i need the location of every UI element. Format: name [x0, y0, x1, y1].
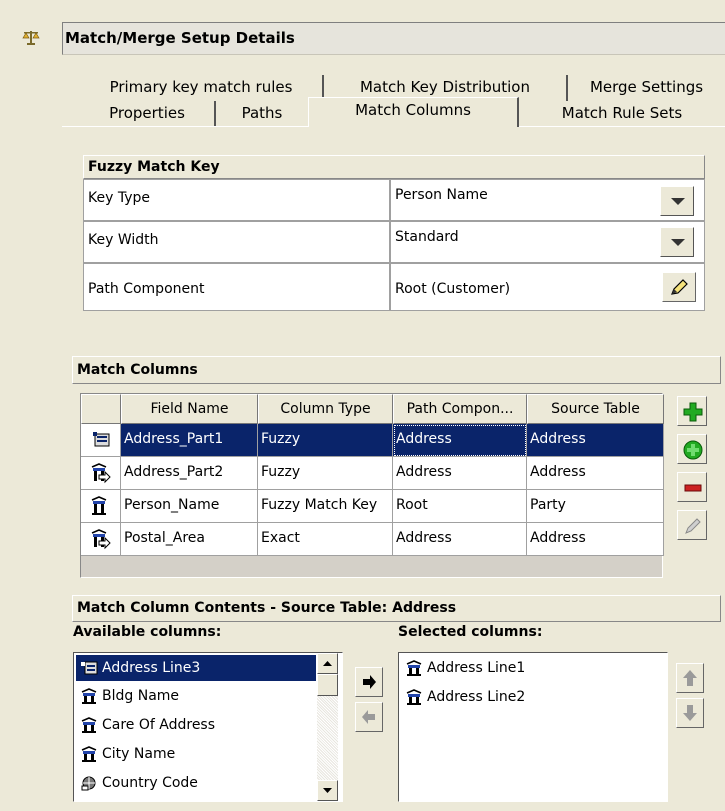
list-item-label: City Name — [102, 746, 176, 762]
cell-source-table: Party — [527, 490, 664, 523]
move-left-arrow-icon[interactable] — [355, 702, 383, 732]
match-columns-header: Match Columns — [72, 356, 721, 384]
key-type-value: Person Name — [395, 187, 488, 203]
key-type-dropdown-button[interactable] — [660, 186, 694, 216]
column-icon — [406, 660, 422, 676]
pencil-icon[interactable] — [662, 272, 696, 302]
section-title: Match/Merge Setup Details — [62, 22, 725, 55]
key-type-select[interactable]: Person Name — [390, 179, 705, 221]
cell-field-name: Person_Name — [121, 490, 258, 523]
cell-path-component: Root — [393, 490, 527, 523]
list-item[interactable]: Address Line2 — [401, 684, 529, 710]
column-header-field-name[interactable]: Field Name — [121, 394, 258, 424]
path-component-value: Root (Customer) — [395, 281, 511, 297]
column-icon — [406, 689, 422, 705]
scroll-up-button[interactable] — [317, 653, 338, 674]
cell-column-type: Fuzzy — [258, 457, 393, 490]
cell-column-type: Exact — [258, 523, 393, 556]
fuzzy-column-icon — [81, 424, 121, 457]
cell-field-name: Address_Part1 — [121, 424, 258, 457]
available-columns-list[interactable]: Address Line3 Bldg Name Care Of Address … — [73, 652, 343, 802]
column-icon — [81, 490, 121, 523]
table-row[interactable]: Person_Name Fuzzy Match Key Root Party — [81, 490, 664, 523]
table-row[interactable]: Address_Part2 Fuzzy Address Address — [81, 457, 664, 490]
key-width-value: Standard — [395, 229, 459, 245]
fuzzy-match-key-header: Fuzzy Match Key — [83, 155, 705, 179]
list-item[interactable]: City Name — [76, 741, 179, 767]
column-icon — [81, 717, 97, 733]
cell-field-name: Address_Part2 — [121, 457, 258, 490]
cell-path-component: Address — [393, 523, 527, 556]
table-row[interactable]: Address_Part1 Fuzzy Address Address — [81, 424, 664, 457]
key-type-label: Key Type — [83, 179, 390, 221]
cell-path-component: Address — [393, 457, 527, 490]
cell-source-table: Address — [527, 424, 664, 457]
list-item[interactable]: Country Code — [76, 770, 202, 796]
scroll-thumb[interactable] — [317, 674, 338, 696]
key-width-dropdown-button[interactable] — [660, 227, 694, 257]
cell-column-type: Fuzzy — [258, 424, 393, 457]
key-width-select[interactable]: Standard — [390, 221, 705, 263]
tab-match-columns[interactable]: Match Columns — [308, 97, 519, 127]
key-width-label: Key Width — [83, 221, 390, 263]
move-up-arrow-icon[interactable] — [676, 663, 704, 693]
table-row[interactable]: Postal_Area Exact Address Address — [81, 523, 664, 556]
fuzzy-column-icon — [81, 661, 98, 675]
list-item[interactable]: Bldg Name — [76, 683, 183, 709]
tab-merge-settings[interactable]: Merge Settings — [568, 75, 725, 101]
tab-properties[interactable]: Properties — [80, 101, 216, 127]
cell-source-table: Address — [527, 523, 664, 556]
column-icon — [81, 688, 97, 704]
list-item-label: Care Of Address — [102, 717, 216, 733]
column-header-source-table[interactable]: Source Table — [527, 394, 664, 424]
match-columns-table: Field Name Column Type Path Compon... So… — [80, 393, 664, 578]
scroll-down-button[interactable] — [317, 780, 338, 801]
plus-circle-icon[interactable] — [677, 434, 707, 464]
column-arrow-icon — [81, 457, 121, 490]
globe-icon — [81, 776, 96, 791]
pencil-icon[interactable] — [677, 510, 707, 540]
available-columns-label: Available columns: — [73, 624, 222, 640]
list-item-label: Address Line2 — [427, 689, 526, 705]
cell-field-name: Postal_Area — [121, 523, 258, 556]
path-component-label: Path Component — [83, 263, 390, 311]
column-icon — [81, 746, 97, 762]
plus-icon[interactable] — [677, 396, 707, 426]
list-item-label: Address Line3 — [102, 660, 201, 676]
path-component-field[interactable]: Root (Customer) — [390, 263, 705, 311]
match-column-contents-header: Match Column Contents - Source Table: Ad… — [72, 595, 721, 622]
list-item-label: Country Code — [102, 775, 198, 791]
column-arrow-icon — [81, 523, 121, 556]
list-item-label: Address Line1 — [427, 660, 526, 676]
move-down-arrow-icon[interactable] — [676, 698, 704, 728]
list-item-label: Bldg Name — [102, 688, 180, 704]
column-header-path-component[interactable]: Path Compon... — [393, 394, 527, 424]
tab-paths[interactable]: Paths — [216, 101, 308, 127]
row-header-corner — [81, 394, 121, 424]
tab-primary-key-match-rules[interactable]: Primary key match rules — [80, 75, 324, 101]
list-item[interactable]: Address Line3 — [76, 655, 316, 681]
move-right-arrow-icon[interactable] — [355, 667, 383, 697]
cell-column-type: Fuzzy Match Key — [258, 490, 393, 523]
selected-columns-label: Selected columns: — [398, 624, 543, 640]
cell-path-component: Address — [393, 424, 527, 457]
column-header-column-type[interactable]: Column Type — [258, 394, 393, 424]
selected-columns-list[interactable]: Address Line1 Address Line2 — [398, 652, 668, 802]
list-item[interactable]: Address Line1 — [401, 655, 529, 681]
tab-match-rule-sets[interactable]: Match Rule Sets — [519, 101, 725, 127]
scales-icon — [22, 29, 40, 45]
cell-source-table: Address — [527, 457, 664, 490]
list-item[interactable]: Care Of Address — [76, 712, 219, 738]
minus-icon[interactable] — [677, 472, 707, 502]
